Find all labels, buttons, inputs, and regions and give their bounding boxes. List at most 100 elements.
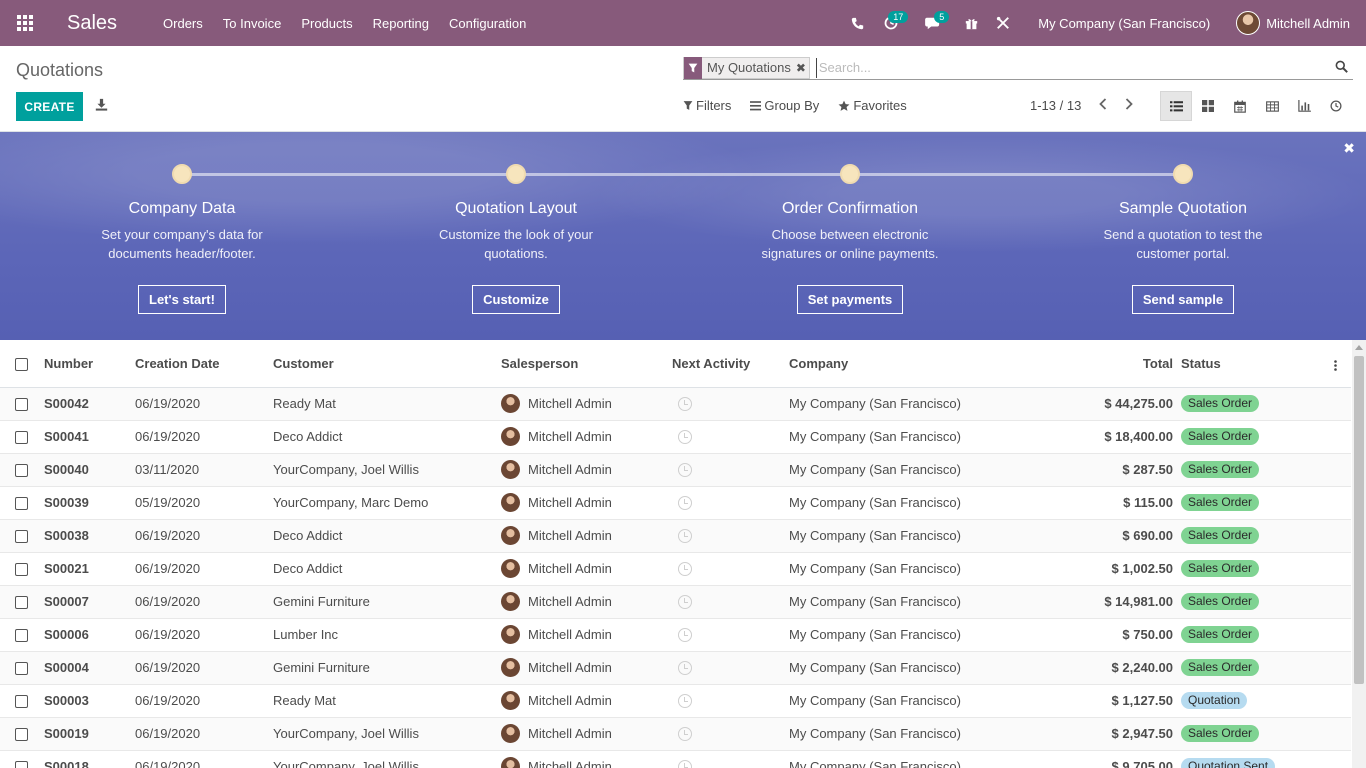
graph-view-icon[interactable] — [1288, 91, 1320, 121]
create-button[interactable]: CREATE — [16, 92, 83, 121]
search-input[interactable] — [815, 57, 1353, 78]
optional-columns-icon[interactable] — [1333, 359, 1337, 371]
column-header-creation-date[interactable]: Creation Date — [135, 340, 273, 388]
menu-to-invoice[interactable]: To Invoice — [223, 16, 282, 31]
activity-clock-icon[interactable] — [678, 529, 692, 544]
order-number: S00018 — [44, 750, 135, 768]
table-row[interactable]: S00006 06/19/2020 Lumber Inc Mitchell Admin… — [0, 618, 1351, 652]
breadcrumb-title: Quotations — [16, 60, 104, 80]
group-by-button[interactable]: Group By — [750, 98, 819, 113]
row-checkbox[interactable] — [15, 629, 28, 643]
banner-close-icon[interactable]: ✖ — [1343, 140, 1355, 157]
debug-tools-icon[interactable] — [986, 0, 1020, 46]
row-checkbox[interactable] — [15, 761, 28, 768]
row-checkbox[interactable] — [15, 728, 28, 742]
activity-clock-icon[interactable] — [678, 463, 692, 478]
order-total: $ 14,981.00 — [1057, 585, 1181, 619]
row-checkbox[interactable] — [15, 431, 28, 445]
pager-next-icon[interactable] — [1125, 98, 1134, 113]
activity-clock-icon[interactable] — [678, 397, 692, 412]
pager-previous-icon[interactable] — [1099, 98, 1107, 113]
activity-view-icon[interactable] — [1320, 91, 1352, 121]
row-checkbox[interactable] — [15, 596, 28, 610]
favorites-button[interactable]: Favorites — [838, 98, 907, 113]
row-checkbox[interactable] — [15, 497, 28, 511]
set-payments-button[interactable]: Set payments — [796, 285, 904, 314]
row-checkbox[interactable] — [15, 530, 28, 544]
scrollbar-thumb[interactable] — [1354, 356, 1364, 684]
search-bar: My Quotations ✖ — [683, 56, 1353, 80]
onboarding-step-company-data: Company Data Set your company's data for… — [52, 164, 312, 314]
filters-button[interactable]: Filters — [683, 98, 731, 113]
activity-clock-icon[interactable] — [678, 628, 692, 643]
table-row[interactable]: S00040 03/11/2020 YourCompany, Joel Willis… — [0, 453, 1351, 487]
column-header-number[interactable]: Number — [44, 340, 135, 388]
customer-name: YourCompany, Marc Demo — [273, 486, 501, 520]
activity-clock-icon[interactable] — [678, 760, 692, 768]
row-checkbox[interactable] — [15, 563, 28, 577]
list-scrollbar[interactable] — [1352, 340, 1366, 768]
activity-clock-icon[interactable] — [678, 661, 692, 676]
facet-remove-icon[interactable]: ✖ — [796, 61, 809, 75]
row-checkbox[interactable] — [15, 662, 28, 676]
lets-start-button[interactable]: Let's start! — [138, 285, 226, 314]
list-view-icon[interactable] — [1160, 91, 1192, 121]
table-row[interactable]: S00038 06/19/2020 Deco Addict Mitchell Admi… — [0, 519, 1351, 553]
download-icon[interactable] — [95, 98, 109, 112]
creation-date: 03/11/2020 — [135, 453, 273, 487]
activity-clock-icon[interactable] — [678, 595, 692, 610]
column-header-total[interactable]: Total — [1057, 340, 1181, 388]
send-sample-button[interactable]: Send sample — [1131, 285, 1235, 314]
row-spacer — [1319, 750, 1351, 768]
column-header-status[interactable]: Status — [1181, 340, 1319, 388]
user-menu[interactable]: Mitchell Admin — [1236, 11, 1350, 35]
step-description-line: Customize the look of your — [439, 227, 593, 242]
table-row[interactable]: S00004 06/19/2020 Gemini Furniture Mitchell… — [0, 651, 1351, 685]
menu-configuration[interactable]: Configuration — [449, 16, 526, 31]
activity-clock-icon[interactable] — [678, 562, 692, 577]
select-all-checkbox[interactable] — [15, 357, 28, 371]
status-badge: Sales Order — [1181, 461, 1260, 478]
table-row[interactable]: S00003 06/19/2020 Ready Mat Mitchell Admin M… — [0, 684, 1351, 718]
activity-clock-icon[interactable] — [678, 430, 692, 445]
pager-value[interactable]: 1-13 / 13 — [1030, 98, 1081, 113]
table-row[interactable]: S00039 05/19/2020 YourCompany, Marc Demo Mi… — [0, 486, 1351, 520]
row-checkbox[interactable] — [15, 398, 28, 412]
table-row[interactable]: S00042 06/19/2020 Ready Mat Mitchell Admin M… — [0, 386, 1351, 421]
apps-menu-icon[interactable] — [0, 0, 50, 46]
messages-chat-icon[interactable]: 5 — [910, 0, 956, 46]
customer-name: Lumber Inc — [273, 618, 501, 652]
creation-date: 06/19/2020 — [135, 618, 273, 652]
phone-icon[interactable] — [842, 0, 872, 46]
customize-button[interactable]: Customize — [472, 285, 560, 314]
kanban-view-icon[interactable] — [1192, 91, 1224, 121]
table-row[interactable]: S00007 06/19/2020 Gemini Furniture Mitchell… — [0, 585, 1351, 619]
menu-orders[interactable]: Orders — [163, 16, 203, 31]
column-header-company[interactable]: Company — [789, 340, 1057, 388]
column-header-salesperson[interactable]: Salesperson — [501, 340, 672, 388]
calendar-view-icon[interactable] — [1224, 91, 1256, 121]
menu-reporting[interactable]: Reporting — [373, 16, 429, 31]
activities-clock-icon[interactable]: 17 — [872, 0, 910, 46]
salesperson-avatar — [501, 394, 520, 413]
table-row[interactable]: S00041 06/19/2020 Deco Addict Mitchell Admi… — [0, 420, 1351, 454]
pivot-view-icon[interactable] — [1256, 91, 1288, 121]
column-header-customer[interactable]: Customer — [273, 340, 501, 388]
column-header-next-activity[interactable]: Next Activity — [672, 340, 789, 388]
app-title[interactable]: Sales — [67, 12, 117, 35]
salesperson-name: Mitchell Admin — [528, 528, 612, 543]
scroll-up-arrow-icon[interactable] — [1355, 345, 1363, 350]
menu-products[interactable]: Products — [301, 16, 352, 31]
table-row[interactable]: S00018 06/19/2020 YourCompany, Joel Willis… — [0, 750, 1351, 768]
favorites-label: Favorites — [853, 98, 907, 113]
gift-icon[interactable] — [956, 0, 986, 46]
company-switcher[interactable]: My Company (San Francisco) — [1038, 16, 1210, 31]
activity-clock-icon[interactable] — [678, 496, 692, 511]
row-checkbox[interactable] — [15, 695, 28, 709]
table-row[interactable]: S00021 06/19/2020 Deco Addict Mitchell Admi… — [0, 552, 1351, 586]
table-row[interactable]: S00019 06/19/2020 YourCompany, Joel Willis… — [0, 717, 1351, 751]
row-checkbox[interactable] — [15, 464, 28, 478]
search-icon[interactable] — [1335, 60, 1349, 74]
activity-clock-icon[interactable] — [678, 694, 692, 709]
activity-clock-icon[interactable] — [678, 727, 692, 742]
